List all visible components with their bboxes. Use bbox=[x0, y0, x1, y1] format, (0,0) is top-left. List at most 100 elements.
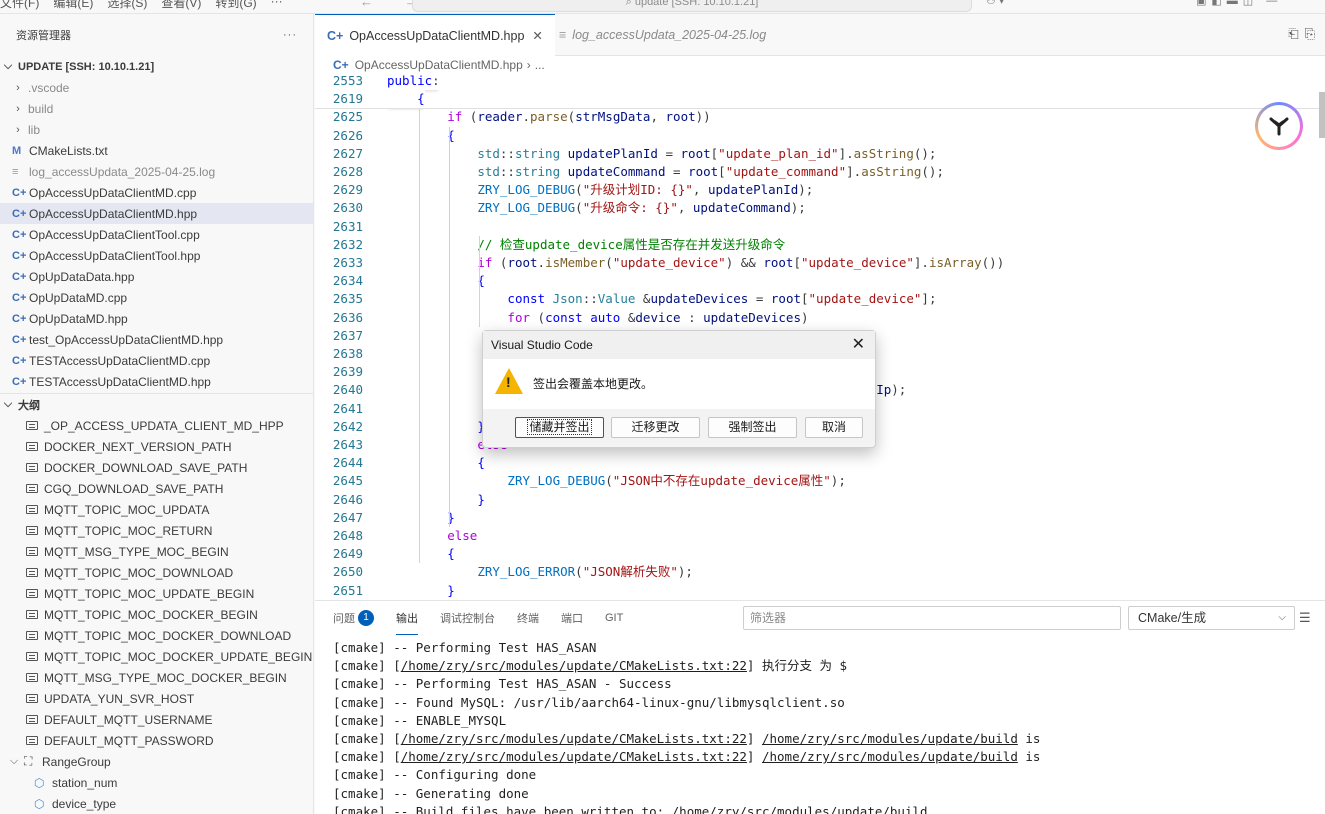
file-row[interactable]: C+ OpUpDataMD.hpp bbox=[0, 308, 313, 329]
copilot-badge-icon[interactable] bbox=[1255, 102, 1303, 150]
menu-edit[interactable]: 编辑(E) bbox=[53, 0, 93, 11]
outline-constant[interactable]: MQTT_TOPIC_MOC_DOCKER_BEGIN bbox=[0, 604, 313, 625]
tab-debug-console[interactable]: 调试控制台 bbox=[440, 601, 495, 635]
workspace-folder[interactable]: ⌵ UPDATE [SSH: 10.10.1.21] bbox=[0, 56, 313, 77]
tab-log[interactable]: ≡ log_accessUpdata_2025-04-25.log bbox=[547, 14, 778, 56]
close-icon[interactable]: ✕ bbox=[852, 331, 865, 359]
outline-constant[interactable]: DEFAULT_MQTT_PASSWORD bbox=[0, 730, 313, 751]
copilot-logo bbox=[1258, 105, 1300, 147]
menu-file[interactable]: 文件(F) bbox=[0, 0, 39, 11]
outline-constant[interactable]: DEFAULT_MQTT_USERNAME bbox=[0, 709, 313, 730]
tab-ports[interactable]: 端口 bbox=[561, 601, 583, 635]
constant-icon bbox=[26, 589, 38, 598]
outline-label: MQTT_TOPIC_MOC_RETURN bbox=[44, 523, 213, 538]
breadcrumb-file[interactable]: OpAccessUpDataClientMD.hpp bbox=[355, 58, 523, 72]
command-center[interactable]: ⌕ update [SSH: 10.10.1.21] bbox=[412, 0, 972, 12]
outline-constant[interactable]: MQTT_MSG_TYPE_MOC_DOCKER_BEGIN bbox=[0, 667, 313, 688]
file-row[interactable]: C+ OpAccessUpDataClientTool.cpp bbox=[0, 224, 313, 245]
outline-field[interactable]: ⬡ device_type bbox=[0, 793, 313, 814]
tab-label: 输出 bbox=[396, 612, 418, 625]
problems-count-badge: 1 bbox=[358, 610, 374, 626]
file-row[interactable]: C+ TESTAccessUpDataClientMD.hpp bbox=[0, 371, 313, 392]
cpp-file-icon: C+ bbox=[12, 291, 27, 304]
outline-constant[interactable]: CGQ_DOWNLOAD_SAVE_PATH bbox=[0, 478, 313, 499]
tab-problems[interactable]: 问题 1 bbox=[333, 601, 374, 635]
output-line: [cmake] [/home/zry/src/modules/update/CM… bbox=[333, 749, 1041, 765]
line-number: 2626 bbox=[332, 127, 363, 143]
breadcrumb-symbol[interactable]: ... bbox=[535, 58, 545, 72]
tab-git[interactable]: GIT bbox=[605, 601, 623, 635]
sticky-scroll-line: public: bbox=[387, 72, 440, 91]
file-row-lib[interactable]: › lib bbox=[0, 119, 313, 140]
menu-view[interactable]: 查看(V) bbox=[161, 0, 201, 11]
tab-output[interactable]: 输出 bbox=[396, 601, 418, 635]
outline-constant[interactable]: UPDATA_YUN_SVR_HOST bbox=[0, 688, 313, 709]
file-row-log[interactable]: ≡ log_accessUpdata_2025-04-25.log bbox=[0, 161, 313, 182]
outline-constant[interactable]: MQTT_TOPIC_MOC_UPDATE_BEGIN bbox=[0, 583, 313, 604]
outline-constant[interactable]: DOCKER_DOWNLOAD_SAVE_PATH bbox=[0, 457, 313, 478]
file-row-selected[interactable]: C+ OpAccessUpDataClientMD.hpp bbox=[0, 203, 313, 224]
outline-constant[interactable]: MQTT_TOPIC_MOC_DOWNLOAD bbox=[0, 562, 313, 583]
migrate-changes-button[interactable]: 迁移更改 bbox=[611, 417, 700, 438]
file-label: .vscode bbox=[28, 80, 70, 95]
close-icon[interactable]: ✕ bbox=[532, 28, 542, 43]
explorer-header: 资源管理器 ··· bbox=[0, 14, 313, 56]
file-row[interactable]: C+ OpAccessUpDataClientMD.cpp bbox=[0, 182, 313, 203]
file-row[interactable]: C+ test_OpAccessUpDataClientMD.hpp bbox=[0, 329, 313, 350]
more-actions-icon[interactable]: ··· bbox=[283, 29, 297, 41]
constant-icon bbox=[26, 526, 38, 535]
outline-constant[interactable]: _OP_ACCESS_UPDATA_CLIENT_MD_HPP bbox=[0, 415, 313, 436]
file-row[interactable]: C+ OpAccessUpDataClientTool.hpp bbox=[0, 245, 313, 266]
outline-range-group[interactable]: ⌵ ⛶ RangeGroup bbox=[0, 751, 313, 772]
file-row-build[interactable]: › build bbox=[0, 98, 313, 119]
outline-constant[interactable]: DOCKER_NEXT_VERSION_PATH bbox=[0, 436, 313, 457]
menu-more[interactable]: ··· bbox=[271, 0, 283, 11]
menu-selection[interactable]: 选择(S) bbox=[107, 0, 147, 11]
vscode-window: 文件(F) 编辑(E) 选择(S) 查看(V) 转到(G) ··· ← → ⌕ … bbox=[0, 0, 1325, 814]
file-row[interactable]: C+ OpUpDataMD.cpp bbox=[0, 287, 313, 308]
outline-label: DOCKER_DOWNLOAD_SAVE_PATH bbox=[44, 460, 248, 475]
dialog-title: Visual Studio Code bbox=[491, 338, 593, 352]
file-row[interactable]: C+ TESTAccessUpDataClientMD.cpp bbox=[0, 350, 313, 371]
line-number: 2619 bbox=[332, 91, 363, 107]
file-row-cmakelists[interactable]: M CMakeLists.txt bbox=[0, 140, 313, 161]
outline-constant[interactable]: MQTT_MSG_TYPE_MOC_BEGIN bbox=[0, 541, 313, 562]
output-log[interactable]: [cmake] -- Performing Test HAS_ASAN [cmak… bbox=[333, 639, 1040, 814]
copilot-glyph-icon bbox=[1269, 117, 1289, 136]
vertical-scrollbar[interactable] bbox=[1311, 72, 1325, 600]
constant-icon bbox=[26, 505, 38, 514]
tab-active[interactable]: C+ OpAccessUpDataClientMD.hpp ✕ bbox=[315, 14, 555, 56]
file-row[interactable]: C+ OpUpDataData.hpp bbox=[0, 266, 313, 287]
editor-tabs: C+ OpAccessUpDataClientMD.hpp ✕ ≡ log_ac… bbox=[315, 14, 1325, 56]
outline-constant[interactable]: MQTT_TOPIC_MOC_RETURN bbox=[0, 520, 313, 541]
line-number: 2636 bbox=[332, 309, 363, 325]
menu-go[interactable]: 转到(G) bbox=[215, 0, 256, 11]
menu-bar: 文件(F) 编辑(E) 选择(S) 查看(V) 转到(G) ··· bbox=[0, 0, 283, 11]
file-label: test_OpAccessUpDataClientMD.hpp bbox=[29, 332, 224, 347]
cpp-file-icon: C+ bbox=[12, 333, 27, 346]
output-channel-select[interactable]: CMake/生成 ⌵ bbox=[1128, 606, 1295, 630]
copilot-icon[interactable]: ⚇ ▾ bbox=[986, 0, 1004, 7]
chevron-down-icon: ⌵ bbox=[1278, 612, 1286, 623]
file-row-vscode[interactable]: › .vscode bbox=[0, 77, 313, 98]
force-checkout-button[interactable]: 强制签出 bbox=[708, 417, 797, 438]
word-wrap-icon[interactable]: ☰ bbox=[1299, 610, 1311, 626]
tab-terminal[interactable]: 终端 bbox=[517, 601, 539, 635]
file-label: OpAccessUpDataClientMD.hpp bbox=[29, 206, 198, 221]
outline-field[interactable]: ⬡ station_num bbox=[0, 772, 313, 793]
code-line: ZRY_LOG_ERROR("JSON解析失败"); bbox=[477, 564, 693, 580]
code-line: { bbox=[477, 455, 485, 471]
line-number: 2651 bbox=[332, 582, 363, 598]
outline-constant[interactable]: MQTT_TOPIC_MOC_UPDATA bbox=[0, 499, 313, 520]
stash-and-checkout-button[interactable]: 储藏并签出 bbox=[515, 417, 604, 438]
cancel-button[interactable]: 取消 bbox=[805, 417, 863, 438]
layout-icons[interactable]: ▣◧▬◫ — bbox=[1196, 0, 1282, 7]
scrollbar-thumb[interactable] bbox=[1319, 92, 1325, 138]
editor-actions-icon[interactable]: ⎗⎘ bbox=[1288, 26, 1321, 42]
constant-icon bbox=[26, 547, 38, 556]
output-filter-input[interactable]: 筛选器 bbox=[743, 606, 1121, 630]
outline-header[interactable]: ⌵ 大纲 bbox=[0, 394, 313, 415]
outline-constant[interactable]: MQTT_TOPIC_MOC_DOCKER_DOWNLOAD bbox=[0, 625, 313, 646]
outline-constant[interactable]: MQTT_TOPIC_MOC_DOCKER_UPDATE_BEGIN bbox=[0, 646, 313, 667]
cmake-file-icon: M bbox=[12, 144, 22, 157]
